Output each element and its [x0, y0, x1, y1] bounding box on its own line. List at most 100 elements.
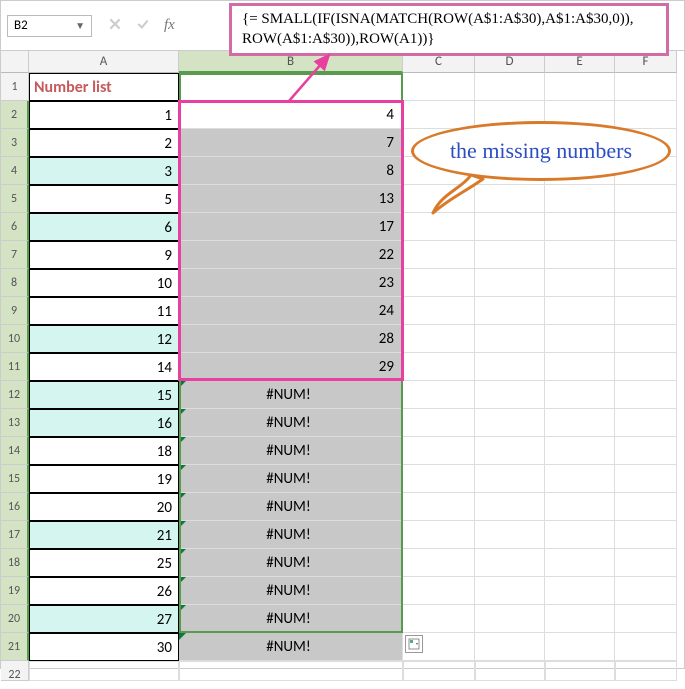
select-all-corner[interactable]	[1, 51, 29, 73]
row-header[interactable]: 5	[1, 185, 29, 213]
cell-empty[interactable]	[475, 353, 545, 381]
cell-empty[interactable]	[403, 465, 475, 493]
cell-empty[interactable]	[475, 577, 545, 605]
cell-a[interactable]: 1	[29, 101, 179, 129]
name-box[interactable]: B2 ▼	[7, 15, 92, 37]
cell-b[interactable]: #NUM!	[179, 465, 403, 493]
cell-empty[interactable]	[545, 493, 615, 521]
row-header[interactable]: 3	[1, 129, 29, 157]
error-marker-icon[interactable]	[179, 605, 186, 612]
error-marker-icon[interactable]	[179, 465, 186, 472]
cell-empty[interactable]	[403, 493, 475, 521]
cell-empty[interactable]	[615, 381, 677, 409]
row-header[interactable]: 4	[1, 157, 29, 185]
cell-empty[interactable]	[615, 185, 677, 213]
cell-empty[interactable]	[475, 661, 545, 681]
cell-empty[interactable]	[615, 409, 677, 437]
cell-a[interactable]: 21	[29, 521, 179, 549]
cancel-icon[interactable]	[108, 17, 122, 35]
cell-b[interactable]: #NUM!	[179, 633, 403, 661]
cell-b[interactable]: 17	[179, 213, 403, 241]
row-header[interactable]: 19	[1, 577, 29, 605]
row-header[interactable]: 1	[1, 73, 29, 101]
cell-b[interactable]: #NUM!	[179, 577, 403, 605]
cell-b[interactable]: #NUM!	[179, 381, 403, 409]
cell-a[interactable]: 30	[29, 633, 179, 661]
cell-a[interactable]: 9	[29, 241, 179, 269]
cell-b[interactable]: 22	[179, 241, 403, 269]
cell-empty[interactable]	[475, 549, 545, 577]
error-marker-icon[interactable]	[179, 381, 186, 388]
cell-b[interactable]: 7	[179, 129, 403, 157]
cell-empty[interactable]	[475, 409, 545, 437]
cell-empty[interactable]	[475, 493, 545, 521]
cell-a[interactable]: 3	[29, 157, 179, 185]
cell-empty[interactable]	[475, 465, 545, 493]
cell-empty[interactable]	[545, 297, 615, 325]
cell-b[interactable]: 24	[179, 297, 403, 325]
error-marker-icon[interactable]	[179, 633, 186, 640]
cell-empty[interactable]	[475, 269, 545, 297]
cell-empty[interactable]	[615, 241, 677, 269]
cell-empty[interactable]	[615, 549, 677, 577]
cell-a[interactable]: 12	[29, 325, 179, 353]
cell-empty[interactable]	[403, 605, 475, 633]
cell-a[interactable]: 2	[29, 129, 179, 157]
cell-a[interactable]: 5	[29, 185, 179, 213]
cell-b[interactable]	[179, 661, 403, 681]
cell-empty[interactable]	[615, 661, 677, 681]
cell-empty[interactable]	[615, 493, 677, 521]
cell-empty[interactable]	[475, 325, 545, 353]
error-marker-icon[interactable]	[179, 549, 186, 556]
row-header[interactable]: 9	[1, 297, 29, 325]
cell-b[interactable]: #NUM!	[179, 409, 403, 437]
cell-empty[interactable]	[403, 325, 475, 353]
confirm-icon[interactable]	[136, 17, 150, 35]
row-header[interactable]: 14	[1, 437, 29, 465]
cell-empty[interactable]	[615, 465, 677, 493]
cell-empty[interactable]	[615, 577, 677, 605]
row-header[interactable]: 20	[1, 605, 29, 633]
cell-empty[interactable]	[403, 521, 475, 549]
cell-empty[interactable]	[403, 241, 475, 269]
cell-empty[interactable]	[545, 185, 615, 213]
cell-a[interactable]: 16	[29, 409, 179, 437]
error-marker-icon[interactable]	[179, 493, 186, 500]
cell-empty[interactable]	[615, 269, 677, 297]
cell-b[interactable]: 8	[179, 157, 403, 185]
cell-a[interactable]: Number list	[29, 73, 179, 101]
cell-b[interactable]: 23	[179, 269, 403, 297]
cell-empty[interactable]	[545, 465, 615, 493]
cell-a[interactable]: 20	[29, 493, 179, 521]
fx-icon[interactable]: fx	[164, 17, 175, 34]
cell-a[interactable]: 14	[29, 353, 179, 381]
cell-b[interactable]: #NUM!	[179, 493, 403, 521]
cell-empty[interactable]	[545, 633, 615, 661]
row-header[interactable]: 12	[1, 381, 29, 409]
cell-empty[interactable]	[545, 577, 615, 605]
cell-empty[interactable]	[403, 73, 475, 101]
cell-empty[interactable]	[615, 297, 677, 325]
cell-b[interactable]: 29	[179, 353, 403, 381]
error-marker-icon[interactable]	[179, 577, 186, 584]
cell-empty[interactable]	[545, 521, 615, 549]
cell-b[interactable]: #NUM!	[179, 605, 403, 633]
cell-empty[interactable]	[615, 437, 677, 465]
row-header[interactable]: 7	[1, 241, 29, 269]
error-marker-icon[interactable]	[179, 437, 186, 444]
cell-empty[interactable]	[403, 437, 475, 465]
cell-empty[interactable]	[545, 269, 615, 297]
error-marker-icon[interactable]	[179, 521, 186, 528]
cell-empty[interactable]	[475, 241, 545, 269]
cell-a[interactable]: 26	[29, 577, 179, 605]
cell-b[interactable]: 28	[179, 325, 403, 353]
cell-b[interactable]: #NUM!	[179, 437, 403, 465]
cell-a[interactable]: 25	[29, 549, 179, 577]
cell-empty[interactable]	[545, 241, 615, 269]
row-header[interactable]: 2	[1, 101, 29, 129]
cell-b[interactable]: 13	[179, 185, 403, 213]
cell-b[interactable]: #NUM!	[179, 549, 403, 577]
cell-empty[interactable]	[475, 73, 545, 101]
cell-empty[interactable]	[615, 353, 677, 381]
cell-empty[interactable]	[615, 73, 677, 101]
